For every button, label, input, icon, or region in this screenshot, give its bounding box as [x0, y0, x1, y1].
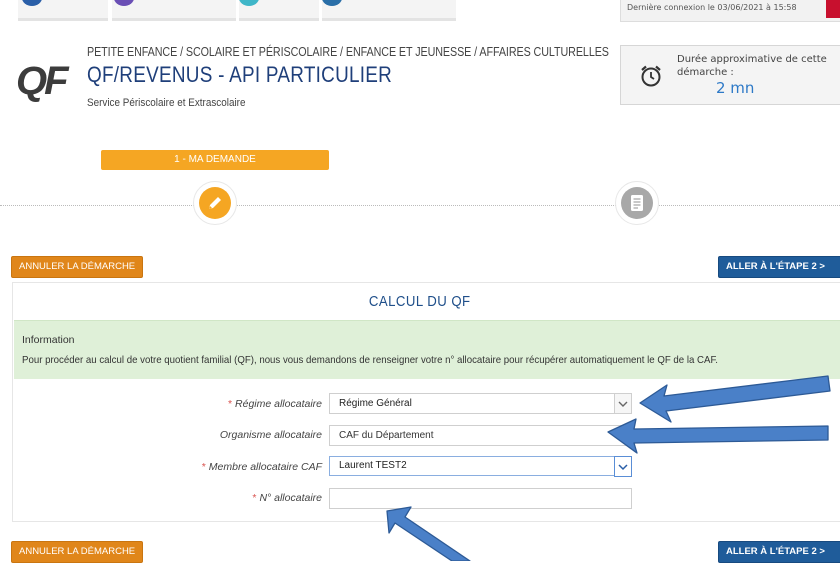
annotation-arrow-organisme: [607, 418, 829, 454]
annotation-arrow-numero: [386, 506, 471, 561]
annotation-arrow-regime: [639, 375, 831, 423]
annotation-arrows: [386, 375, 831, 561]
